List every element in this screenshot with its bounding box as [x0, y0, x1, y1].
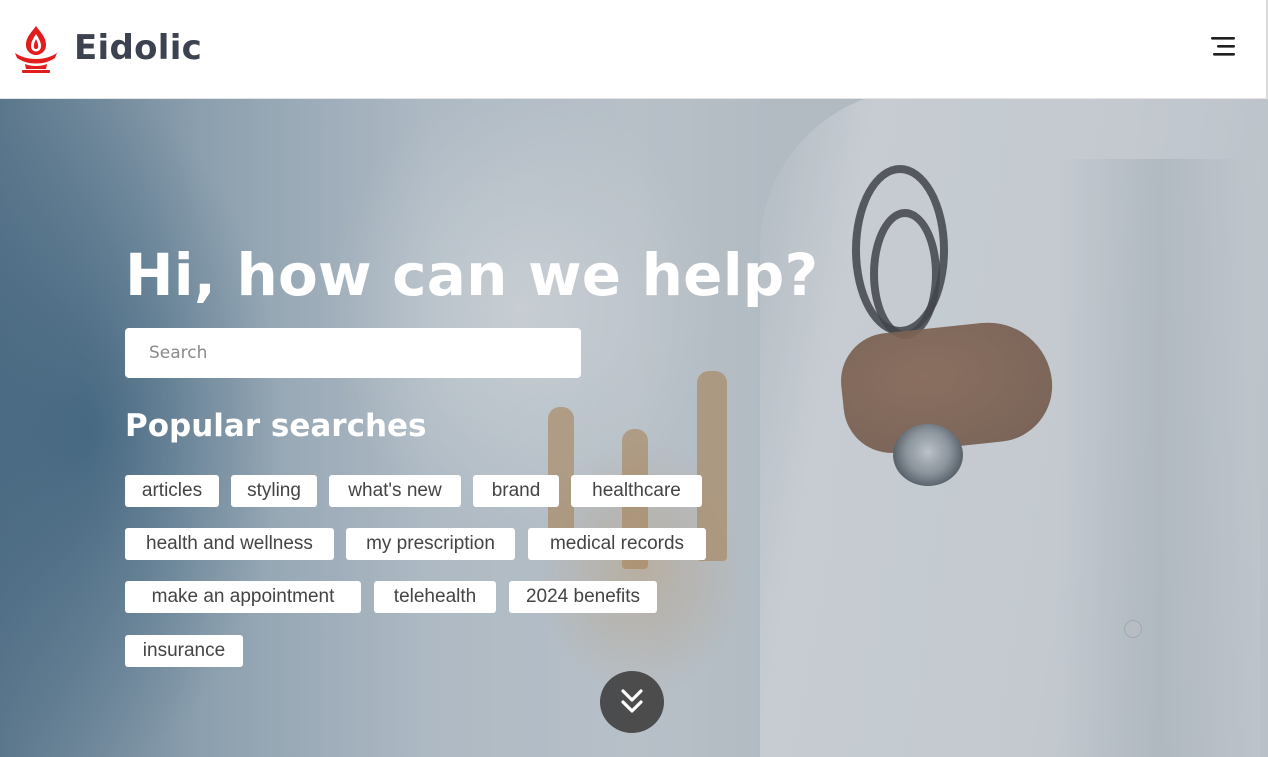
popular-search-chip[interactable]: health and wellness — [125, 528, 334, 560]
popular-search-chip[interactable]: make an appointment — [125, 581, 361, 613]
brand-name[interactable]: Eidolic — [74, 28, 202, 68]
popular-search-chip[interactable]: healthcare — [571, 475, 702, 507]
search-input[interactable] — [125, 328, 581, 378]
popular-search-chip[interactable]: articles — [125, 475, 219, 507]
site-header: Eidolic — [0, 0, 1268, 99]
hero-section: Hi, how can we help? Popular searches ar… — [0, 99, 1268, 757]
hero-title: Hi, how can we help? — [125, 241, 819, 309]
flame-lamp-icon[interactable] — [12, 24, 60, 74]
popular-search-chip[interactable]: brand — [473, 475, 559, 507]
popular-search-chip[interactable]: telehealth — [374, 581, 496, 613]
popular-search-chip[interactable]: 2024 benefits — [509, 581, 657, 613]
popular-search-chip[interactable]: my prescription — [346, 528, 515, 560]
popular-search-chip[interactable]: styling — [231, 475, 317, 507]
scroll-down-button[interactable] — [600, 671, 664, 733]
popular-search-chip[interactable]: what's new — [329, 475, 461, 507]
hamburger-menu-icon[interactable] — [1207, 33, 1239, 61]
popular-searches-heading: Popular searches — [125, 408, 427, 444]
popular-search-chip[interactable]: insurance — [125, 635, 243, 667]
popular-search-chip[interactable]: medical records — [528, 528, 706, 560]
double-chevron-down-icon — [621, 689, 643, 713]
